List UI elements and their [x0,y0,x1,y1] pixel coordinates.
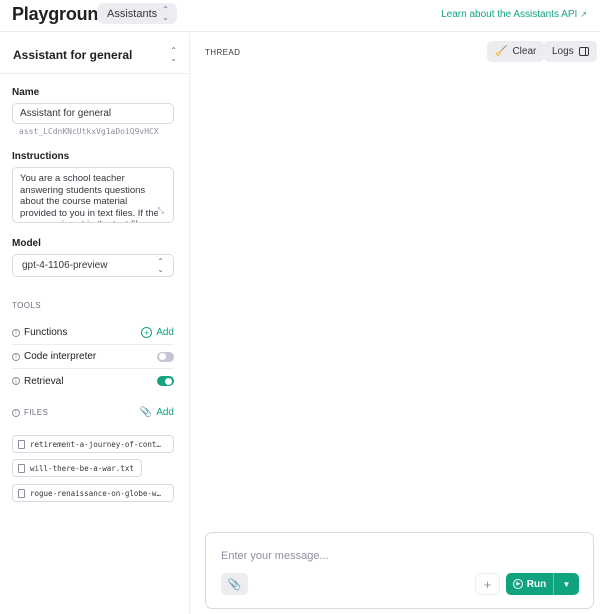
instructions-text: You are a school teacher answering stude… [20,173,159,222]
info-icon[interactable]: i [12,328,20,337]
add-message-button[interactable]: + [475,573,500,595]
mode-label: Assistants [107,7,158,20]
model-value: gpt-4-1106-preview [22,260,108,271]
tool-label: Retrieval [24,375,64,387]
assistant-id: asst_LCdnKNcUtkxVg1aDoiQ9vHCX [19,127,159,136]
top-bar: Playground Assistants ⌃ ⌄ Learn about the… [0,0,600,32]
mode-selector[interactable]: Assistants ⌃ ⌄ [97,3,177,24]
panel-icon [578,47,589,56]
clear-label: Clear [512,46,537,57]
name-label: Name [12,87,40,98]
expand-icon[interactable]: ⤡ [157,204,164,216]
chevron-updown-icon: ⌃ ⌄ [157,256,164,274]
app-title: Playground [12,4,110,24]
info-icon[interactable]: i [12,352,20,361]
broom-icon: 🧹 [495,46,508,57]
name-input[interactable]: Assistant for general [12,103,174,124]
model-label: Model [12,238,41,249]
instructions-textarea[interactable]: You are a school teacher answering stude… [12,167,174,223]
info-icon[interactable]: i [12,377,20,385]
assistant-config-sidebar: Assistant for general ⌃ ⌄ Name Assistant … [0,33,190,614]
tool-row-retrieval: i Retrieval [12,369,174,393]
document-icon [18,463,25,473]
logs-label: Logs [552,46,574,57]
instructions-label: Instructions [12,151,70,162]
run-options-dropdown[interactable]: ▼ [554,580,579,589]
plus-circle-icon: + [141,327,153,338]
retrieval-toggle[interactable] [157,376,174,386]
document-icon [18,439,25,449]
divider [0,73,190,74]
file-chip[interactable]: retirement-a-journey-of-cont… [12,435,174,453]
assistant-selector[interactable]: Assistant for general ⌃ ⌄ [13,47,177,63]
add-function-button[interactable]: + Add [141,327,174,338]
tool-label: Code interpreter [24,351,97,362]
model-select[interactable]: gpt-4-1106-preview ⌃ ⌄ [12,254,174,277]
run-button-group: ▶ Run ▼ [506,573,579,595]
info-icon[interactable]: i [12,408,20,417]
run-label: Run [526,578,547,590]
play-icon: ▶ [512,579,523,589]
learn-assistants-api-link[interactable]: Learn about the Assistants API ↗ [441,9,587,20]
add-file-button[interactable]: 📎 Add [140,407,174,418]
file-chip[interactable]: will-there-be-a-war.txt [12,459,142,477]
assistant-selector-label: Assistant for general [13,48,133,62]
file-name: rogue-renaissance-on-globe-w… [30,488,161,498]
clear-button[interactable]: 🧹 Clear [487,41,545,62]
tool-label: Functions [24,327,68,338]
paperclip-icon: 📎 [139,407,153,418]
file-name: retirement-a-journey-of-cont… [30,439,161,449]
chevron-updown-icon: ⌃ ⌄ [162,4,169,22]
files-section-label: FILES [24,408,49,417]
paperclip-icon: 📎 [227,578,242,591]
run-button[interactable]: ▶ Run [506,573,554,595]
file-name: will-there-be-a-war.txt [30,463,134,473]
add-label: Add [156,327,174,338]
tools-section-label: TOOLS [12,301,41,310]
thread-label: THREAD [205,48,241,57]
caret-down-icon: ▼ [562,579,571,589]
tool-row-code-interpreter: i Code interpreter [12,345,174,369]
chevron-updown-icon: ⌃ ⌄ [170,46,177,63]
file-chip[interactable]: rogue-renaissance-on-globe-w… [12,484,174,502]
add-label: Add [156,407,174,418]
external-arrow-icon: ↗ [580,10,587,19]
tool-row-functions: i Functions + Add [12,321,174,345]
files-header: i FILES 📎 Add [12,407,174,418]
message-composer[interactable]: Enter your message... 📎 + ▶ Run ▼ [205,532,594,609]
learn-link-label: Learn about the Assistants API [441,9,578,20]
logs-button[interactable]: Logs [544,41,597,62]
document-icon [18,488,25,498]
attach-file-button[interactable]: 📎 [221,573,248,595]
message-input[interactable]: Enter your message... [221,550,329,562]
code-interpreter-toggle[interactable] [157,351,174,362]
